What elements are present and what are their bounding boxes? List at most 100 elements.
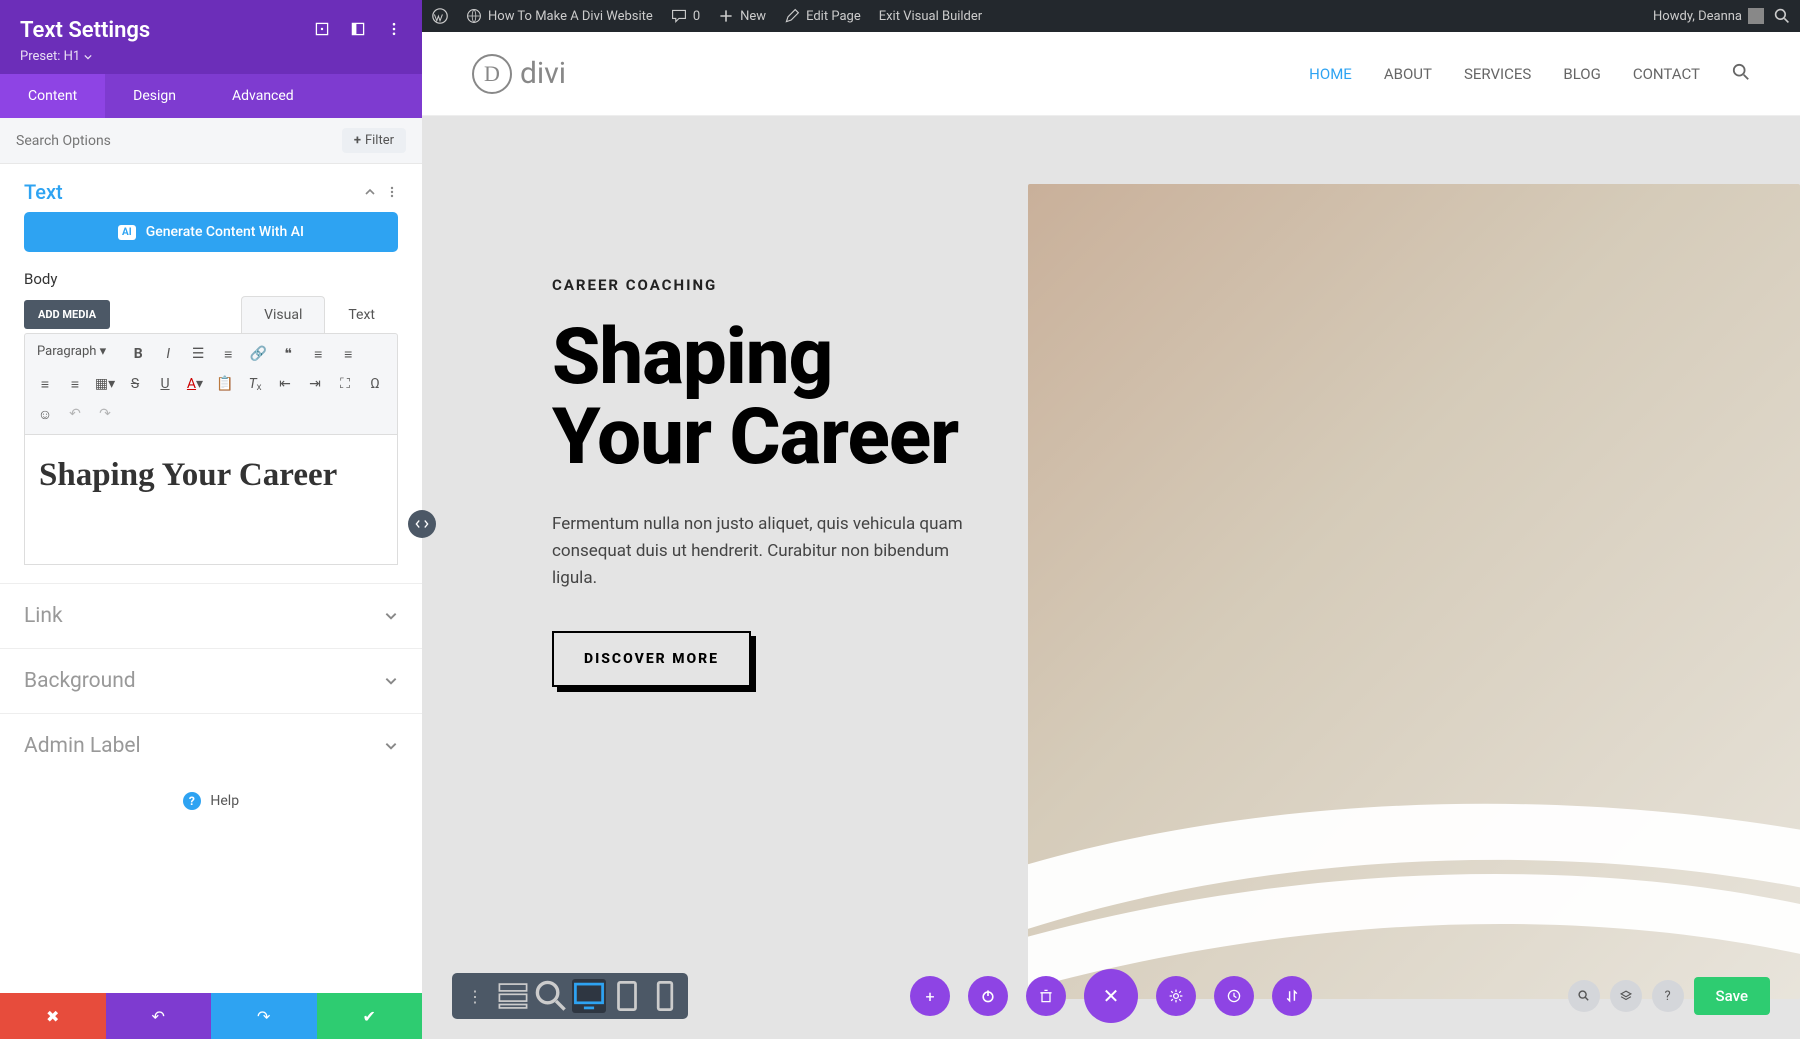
tab-content[interactable]: Content: [0, 74, 105, 118]
more-icon[interactable]: [386, 18, 402, 43]
settings-button[interactable]: [1156, 976, 1196, 1016]
bullet-list-icon[interactable]: ☰: [184, 340, 212, 368]
builder-actions: + ✕: [910, 969, 1312, 1023]
tab-advanced[interactable]: Advanced: [204, 74, 322, 118]
editor-tab-text[interactable]: Text: [325, 296, 398, 333]
hero-heading: Shaping Your Career: [552, 318, 988, 477]
section-text-title: Text: [24, 180, 63, 204]
nav-search-icon[interactable]: [1732, 63, 1750, 85]
tab-design[interactable]: Design: [105, 74, 204, 118]
mobile-icon[interactable]: [648, 979, 682, 1013]
search-builder-icon[interactable]: [1568, 980, 1600, 1012]
align-center-icon[interactable]: ≡: [334, 340, 362, 368]
site-title-link[interactable]: How To Make A Divi Website: [466, 8, 653, 24]
align-right-icon[interactable]: ≡: [31, 370, 59, 398]
more-vertical-icon[interactable]: [386, 186, 398, 198]
paste-icon[interactable]: 📋: [211, 370, 239, 398]
expand-icon[interactable]: [350, 18, 366, 43]
body-label: Body: [24, 270, 398, 288]
layers-icon[interactable]: [1610, 980, 1642, 1012]
quote-icon[interactable]: ❝: [274, 340, 302, 368]
chevron-down-icon: [384, 739, 398, 753]
tablet-icon[interactable]: [610, 979, 644, 1013]
exit-builder-link[interactable]: Exit Visual Builder: [879, 9, 982, 24]
indent-icon[interactable]: ⇥: [301, 370, 329, 398]
site-header: D divi HOME ABOUT SERVICES BLOG CONTACT: [422, 32, 1800, 116]
help-builder-icon[interactable]: ?: [1652, 980, 1684, 1012]
redo-icon[interactable]: ↷: [91, 400, 119, 428]
editor-tab-visual[interactable]: Visual: [241, 296, 325, 333]
table-icon[interactable]: ▦▾: [91, 370, 119, 398]
responsive-icon[interactable]: [314, 18, 330, 43]
section-text-toggle[interactable]: Text: [0, 164, 422, 212]
accordion-background[interactable]: Background: [0, 648, 422, 713]
link-icon[interactable]: 🔗: [244, 340, 272, 368]
add-module-button[interactable]: +: [910, 976, 950, 1016]
power-button[interactable]: [968, 976, 1008, 1016]
editor-content-area[interactable]: Shaping Your Career: [24, 435, 398, 565]
nav-services[interactable]: SERVICES: [1464, 65, 1531, 83]
zoom-icon[interactable]: [534, 979, 568, 1013]
strikethrough-icon[interactable]: S: [121, 370, 149, 398]
admin-search-icon[interactable]: [1774, 8, 1790, 24]
desktop-icon[interactable]: [572, 979, 606, 1013]
clear-format-icon[interactable]: Tₓ: [241, 370, 269, 398]
preset-label: Preset: H1: [20, 49, 80, 64]
confirm-button[interactable]: ✔: [317, 993, 423, 1039]
cancel-button[interactable]: ✖: [0, 993, 106, 1039]
accordion-link[interactable]: Link: [0, 583, 422, 648]
more-options-icon[interactable]: ⋮: [458, 979, 492, 1013]
generate-ai-button[interactable]: AI Generate Content With AI: [24, 212, 398, 252]
site-title-text: How To Make A Divi Website: [488, 9, 653, 24]
underline-icon[interactable]: U: [151, 370, 179, 398]
nav-home[interactable]: HOME: [1309, 65, 1352, 83]
site-logo[interactable]: D divi: [472, 54, 566, 94]
hero-eyebrow: CAREER COACHING: [552, 276, 988, 294]
special-char-icon[interactable]: Ω: [361, 370, 389, 398]
nav-blog[interactable]: BLOG: [1563, 65, 1601, 83]
hero-paragraph: Fermentum nulla non justo aliquet, quis …: [552, 511, 988, 593]
wp-logo-icon[interactable]: [432, 8, 448, 24]
exit-builder-label: Exit Visual Builder: [879, 9, 982, 24]
save-button[interactable]: Save: [1694, 977, 1770, 1015]
outdent-icon[interactable]: ⇤: [271, 370, 299, 398]
swap-button[interactable]: [1272, 976, 1312, 1016]
edit-page-link[interactable]: Edit Page: [784, 8, 861, 24]
filter-button[interactable]: + Filter: [342, 128, 406, 153]
nav-about[interactable]: ABOUT: [1384, 65, 1432, 83]
bold-icon[interactable]: B: [124, 340, 152, 368]
discover-more-button[interactable]: DISCOVER MORE: [552, 631, 751, 687]
redo-button[interactable]: ↷: [211, 993, 317, 1039]
emoji-icon[interactable]: ☺: [31, 400, 59, 428]
chevron-down-icon: [384, 674, 398, 688]
chevron-down-icon: [384, 609, 398, 623]
align-justify-icon[interactable]: ≡: [61, 370, 89, 398]
undo-icon[interactable]: ↶: [61, 400, 89, 428]
number-list-icon[interactable]: ≡: [214, 340, 242, 368]
delete-button[interactable]: [1026, 976, 1066, 1016]
add-media-button[interactable]: ADD MEDIA: [24, 300, 110, 329]
italic-icon[interactable]: I: [154, 340, 182, 368]
new-link[interactable]: New: [718, 8, 766, 24]
wireframe-icon[interactable]: [496, 979, 530, 1013]
comments-count: 0: [693, 9, 700, 24]
nav-contact[interactable]: CONTACT: [1633, 65, 1700, 83]
builder-toolbar: ⋮ + ✕ ? Save: [422, 973, 1800, 1019]
format-select[interactable]: Paragraph ▾: [31, 340, 122, 368]
comments-link[interactable]: 0: [671, 8, 700, 24]
text-color-icon[interactable]: A▾: [181, 370, 209, 398]
close-builder-button[interactable]: ✕: [1084, 969, 1138, 1023]
search-input[interactable]: [16, 133, 342, 149]
help-link[interactable]: ? Help: [0, 778, 422, 824]
align-left-icon[interactable]: ≡: [304, 340, 332, 368]
editor-heading: Shaping Your Career: [39, 455, 383, 496]
help-icon: ?: [183, 792, 201, 810]
preset-dropdown[interactable]: Preset: H1: [20, 49, 402, 64]
resize-handle[interactable]: [408, 510, 436, 538]
fullscreen-icon[interactable]: ⛶: [331, 370, 359, 398]
filter-label: Filter: [365, 133, 394, 148]
undo-button[interactable]: ↶: [106, 993, 212, 1039]
history-button[interactable]: [1214, 976, 1254, 1016]
user-greeting[interactable]: Howdy, Deanna: [1653, 8, 1764, 24]
accordion-admin-label[interactable]: Admin Label: [0, 713, 422, 778]
